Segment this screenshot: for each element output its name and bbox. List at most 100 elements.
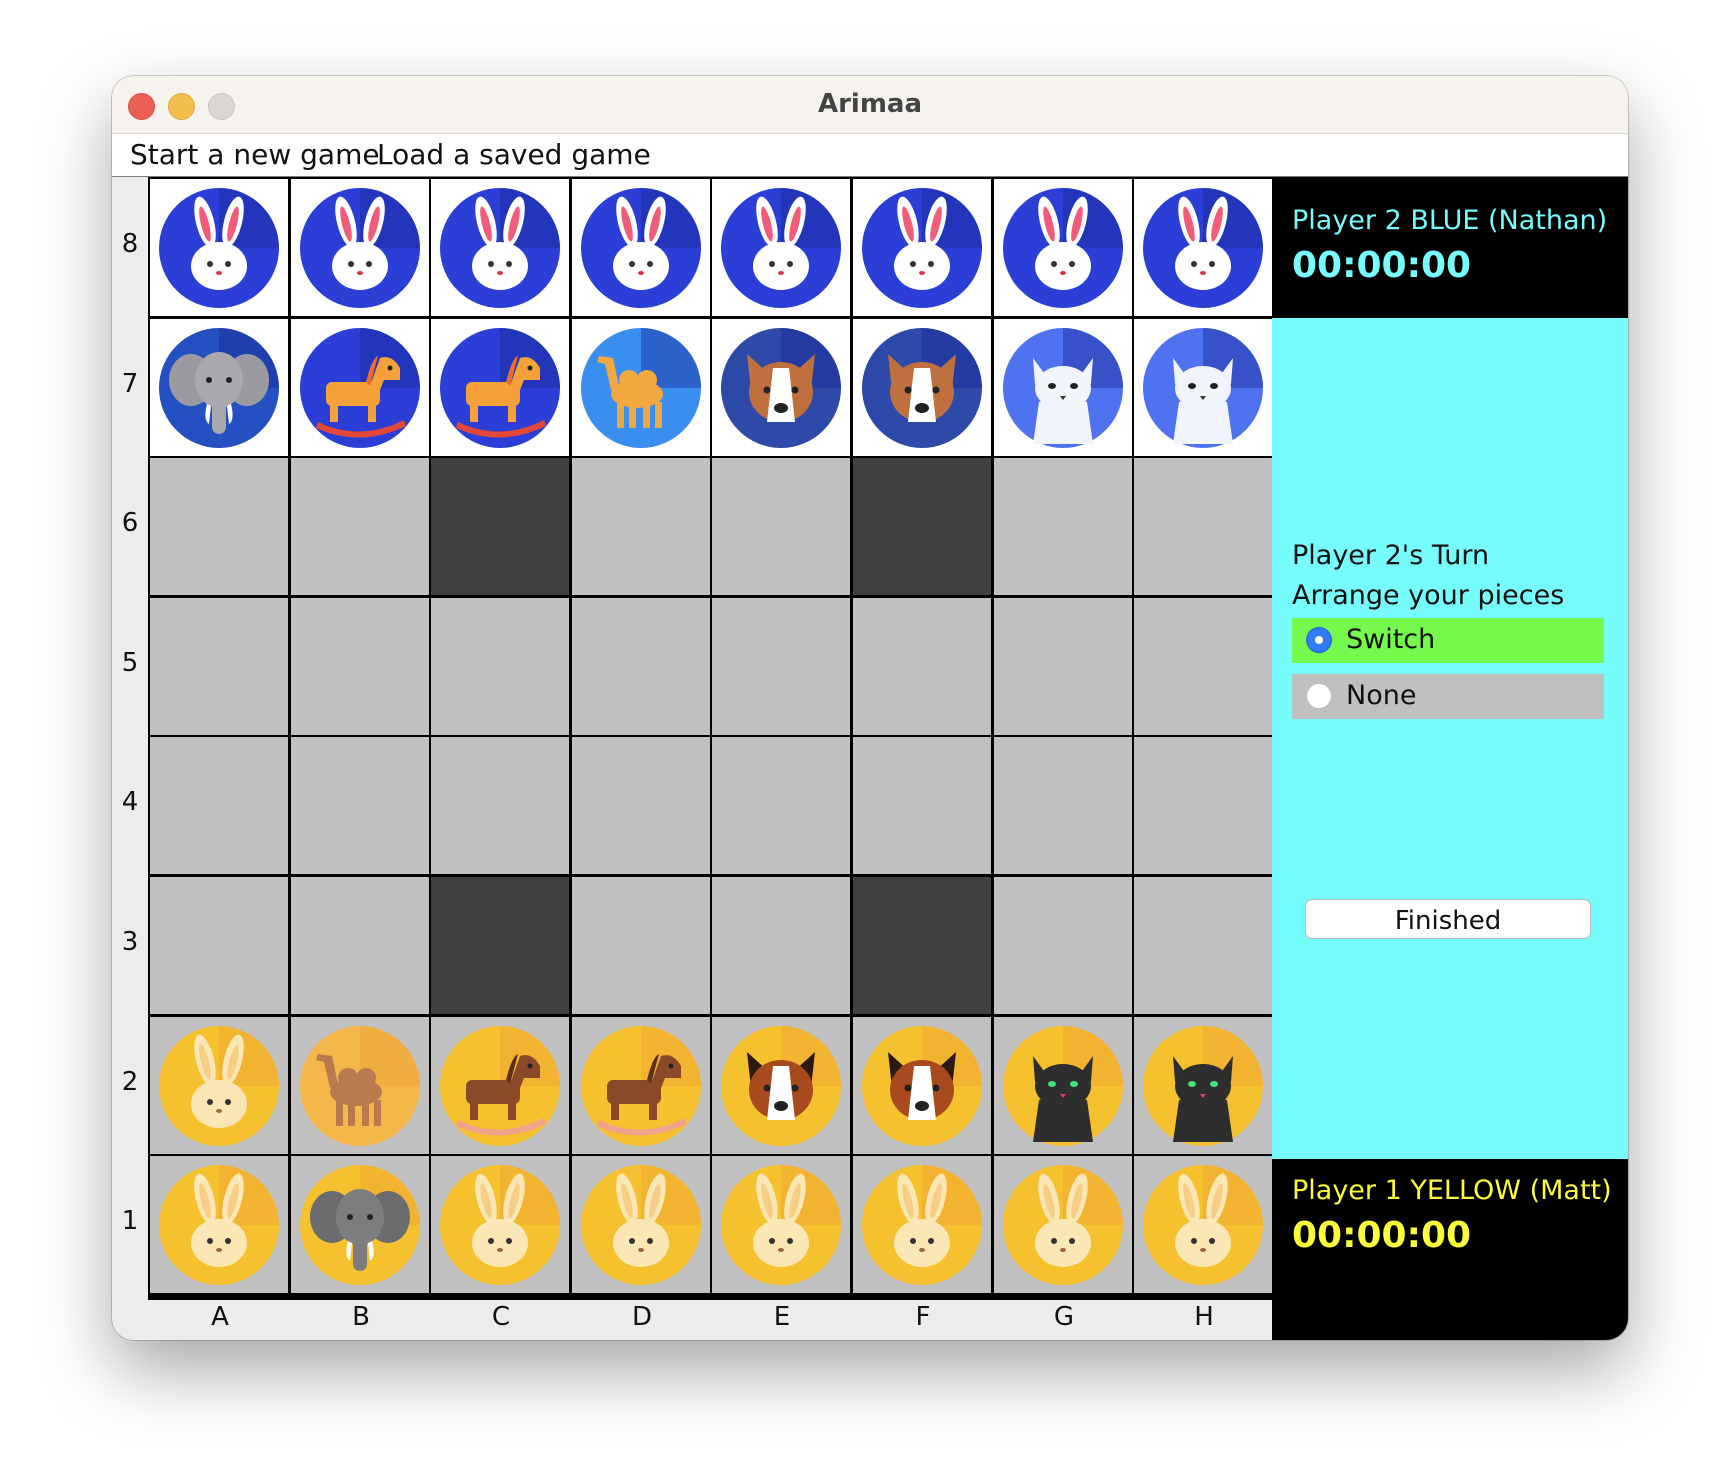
rabbit-piece-icon[interactable] (717, 1161, 845, 1289)
cat-piece-icon[interactable] (1139, 324, 1267, 452)
square-c1[interactable] (431, 1156, 569, 1293)
square-b6[interactable] (291, 458, 429, 595)
square-c7[interactable] (431, 319, 569, 456)
menu-start-new-game[interactable]: Start a new game (130, 138, 380, 171)
rabbit-piece-icon[interactable] (858, 1161, 986, 1289)
square-f4[interactable] (853, 737, 991, 874)
square-g5[interactable] (994, 598, 1132, 735)
square-e6[interactable] (712, 458, 850, 595)
rabbit-piece-icon[interactable] (577, 184, 705, 312)
square-f8[interactable] (853, 179, 991, 316)
dog-piece-icon[interactable] (858, 1022, 986, 1150)
rabbit-piece-icon[interactable] (999, 184, 1127, 312)
rabbit-piece-icon[interactable] (717, 184, 845, 312)
square-g1[interactable] (994, 1156, 1132, 1293)
horse-piece-icon[interactable] (577, 1022, 705, 1150)
square-a1[interactable] (150, 1156, 288, 1293)
square-g4[interactable] (994, 737, 1132, 874)
square-f5[interactable] (853, 598, 991, 735)
square-b2[interactable] (291, 1017, 429, 1154)
square-d3[interactable] (572, 877, 710, 1014)
square-d5[interactable] (572, 598, 710, 735)
option-switch[interactable]: Switch (1292, 618, 1604, 663)
cat-piece-icon[interactable] (1139, 1022, 1267, 1150)
option-none[interactable]: None (1292, 674, 1604, 719)
square-d2[interactable] (572, 1017, 710, 1154)
cat-piece-icon[interactable] (999, 324, 1127, 452)
square-g7[interactable] (994, 319, 1132, 456)
horse-piece-icon[interactable] (296, 324, 424, 452)
square-a7[interactable] (150, 319, 288, 456)
square-b4[interactable] (291, 737, 429, 874)
square-b8[interactable] (291, 179, 429, 316)
square-g2[interactable] (994, 1017, 1132, 1154)
square-b3[interactable] (291, 877, 429, 1014)
square-h7[interactable] (1134, 319, 1272, 456)
square-f2[interactable] (853, 1017, 991, 1154)
finished-button[interactable]: Finished (1305, 899, 1591, 939)
square-f6[interactable] (853, 458, 991, 595)
radio-unselected-icon[interactable] (1306, 683, 1332, 709)
square-h3[interactable] (1134, 877, 1272, 1014)
rabbit-piece-icon[interactable] (1139, 1161, 1267, 1289)
rabbit-piece-icon[interactable] (155, 1161, 283, 1289)
square-a5[interactable] (150, 598, 288, 735)
dog-piece-icon[interactable] (717, 324, 845, 452)
rabbit-piece-icon[interactable] (999, 1161, 1127, 1289)
square-g8[interactable] (994, 179, 1132, 316)
square-a3[interactable] (150, 877, 288, 1014)
camel-piece-icon[interactable] (296, 1022, 424, 1150)
square-h6[interactable] (1134, 458, 1272, 595)
square-f1[interactable] (853, 1156, 991, 1293)
elephant-piece-icon[interactable] (155, 324, 283, 452)
square-h1[interactable] (1134, 1156, 1272, 1293)
square-d8[interactable] (572, 179, 710, 316)
square-e2[interactable] (712, 1017, 850, 1154)
square-e1[interactable] (712, 1156, 850, 1293)
square-b1[interactable] (291, 1156, 429, 1293)
square-e5[interactable] (712, 598, 850, 735)
rabbit-piece-icon[interactable] (155, 184, 283, 312)
square-e3[interactable] (712, 877, 850, 1014)
square-d1[interactable] (572, 1156, 710, 1293)
square-d6[interactable] (572, 458, 710, 595)
horse-piece-icon[interactable] (436, 1022, 564, 1150)
rabbit-piece-icon[interactable] (296, 184, 424, 312)
square-a8[interactable] (150, 179, 288, 316)
square-h4[interactable] (1134, 737, 1272, 874)
square-c6[interactable] (431, 458, 569, 595)
rabbit-piece-icon[interactable] (436, 1161, 564, 1289)
rabbit-piece-icon[interactable] (577, 1161, 705, 1289)
menu-load-saved-game[interactable]: Load a saved game (377, 138, 651, 171)
square-g6[interactable] (994, 458, 1132, 595)
square-g3[interactable] (994, 877, 1132, 1014)
square-d4[interactable] (572, 737, 710, 874)
square-a4[interactable] (150, 737, 288, 874)
rabbit-piece-icon[interactable] (155, 1022, 283, 1150)
square-c4[interactable] (431, 737, 569, 874)
rabbit-piece-icon[interactable] (1139, 184, 1267, 312)
square-h8[interactable] (1134, 179, 1272, 316)
square-b5[interactable] (291, 598, 429, 735)
rabbit-piece-icon[interactable] (436, 184, 564, 312)
square-b7[interactable] (291, 319, 429, 456)
elephant-piece-icon[interactable] (296, 1161, 424, 1289)
square-f3[interactable] (853, 877, 991, 1014)
square-e7[interactable] (712, 319, 850, 456)
square-d7[interactable] (572, 319, 710, 456)
square-e8[interactable] (712, 179, 850, 316)
square-c8[interactable] (431, 179, 569, 316)
dog-piece-icon[interactable] (717, 1022, 845, 1150)
square-h5[interactable] (1134, 598, 1272, 735)
cat-piece-icon[interactable] (999, 1022, 1127, 1150)
square-h2[interactable] (1134, 1017, 1272, 1154)
square-a2[interactable] (150, 1017, 288, 1154)
square-f7[interactable] (853, 319, 991, 456)
horse-piece-icon[interactable] (436, 324, 564, 452)
camel-piece-icon[interactable] (577, 324, 705, 452)
square-c2[interactable] (431, 1017, 569, 1154)
radio-selected-icon[interactable] (1306, 627, 1332, 653)
square-c5[interactable] (431, 598, 569, 735)
dog-piece-icon[interactable] (858, 324, 986, 452)
rabbit-piece-icon[interactable] (858, 184, 986, 312)
